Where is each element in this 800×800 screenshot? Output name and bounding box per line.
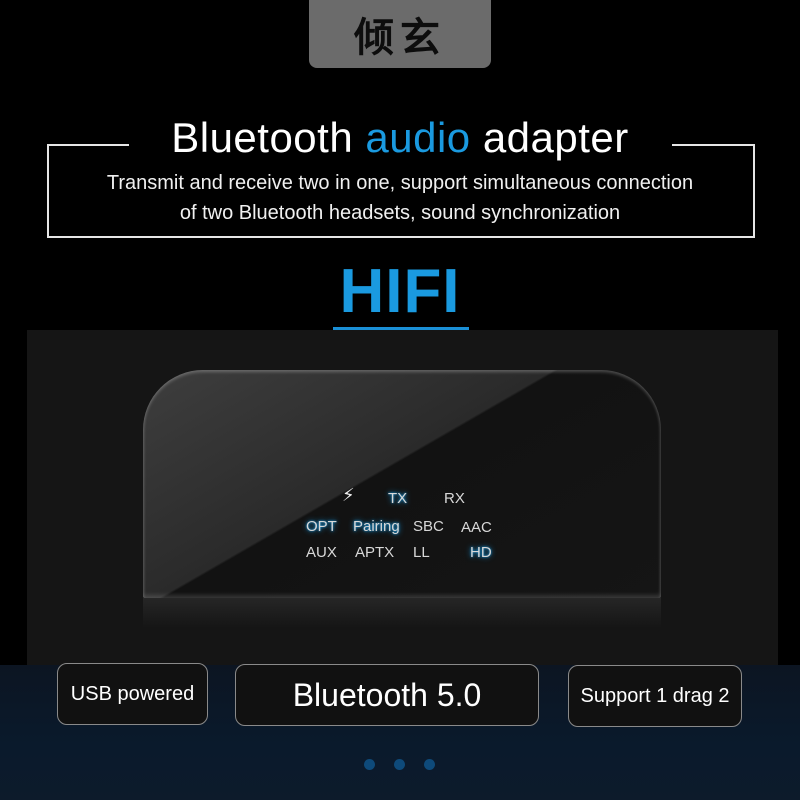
feature-label: USB powered <box>70 682 195 705</box>
indicator-rx: RX <box>444 490 465 507</box>
indicator-ll: LL <box>413 544 430 561</box>
indicator-sbc: SBC <box>413 518 444 535</box>
feature-label: Support 1 drag 2 <box>580 684 730 707</box>
indicator-pairing: Pairing <box>353 518 400 535</box>
feature-label: Bluetooth 5.0 <box>292 676 482 713</box>
indicator-aac: AAC <box>461 519 492 536</box>
adapter-device-base <box>143 598 661 628</box>
lightning-bolt-icon: ⚡︎ <box>342 485 355 505</box>
subtitle-line-1: Transmit and receive two in one, support… <box>106 172 694 194</box>
carousel-dot[interactable] <box>424 759 435 770</box>
indicator-opt: OPT <box>306 518 337 535</box>
brand-name: 倾玄 <box>354 14 446 61</box>
adapter-device <box>143 370 661 598</box>
subtitle-line-2: of two Bluetooth headsets, sound synchro… <box>179 202 621 224</box>
feature-badge-usb: USB powered <box>57 663 208 725</box>
carousel-dot[interactable] <box>394 759 405 770</box>
indicator-hd: HD <box>470 544 492 561</box>
indicator-tx: TX <box>388 490 408 507</box>
feature-badge-bluetooth: Bluetooth 5.0 <box>235 664 539 726</box>
brand-logo-tab: 倾玄 <box>309 0 491 68</box>
headline-word-3: adapter <box>482 114 629 161</box>
feature-badge-drag: Support 1 drag 2 <box>568 665 742 727</box>
carousel-dot[interactable] <box>364 759 375 770</box>
indicator-aux: AUX <box>306 544 337 561</box>
indicator-aptx: APTX <box>355 544 395 561</box>
headline-word-1: Bluetooth <box>171 114 354 161</box>
hifi-label: HIFI <box>339 257 461 326</box>
headline-title: Bluetooth audio adapter <box>0 114 800 162</box>
headline-accent-word: audio <box>365 114 471 161</box>
